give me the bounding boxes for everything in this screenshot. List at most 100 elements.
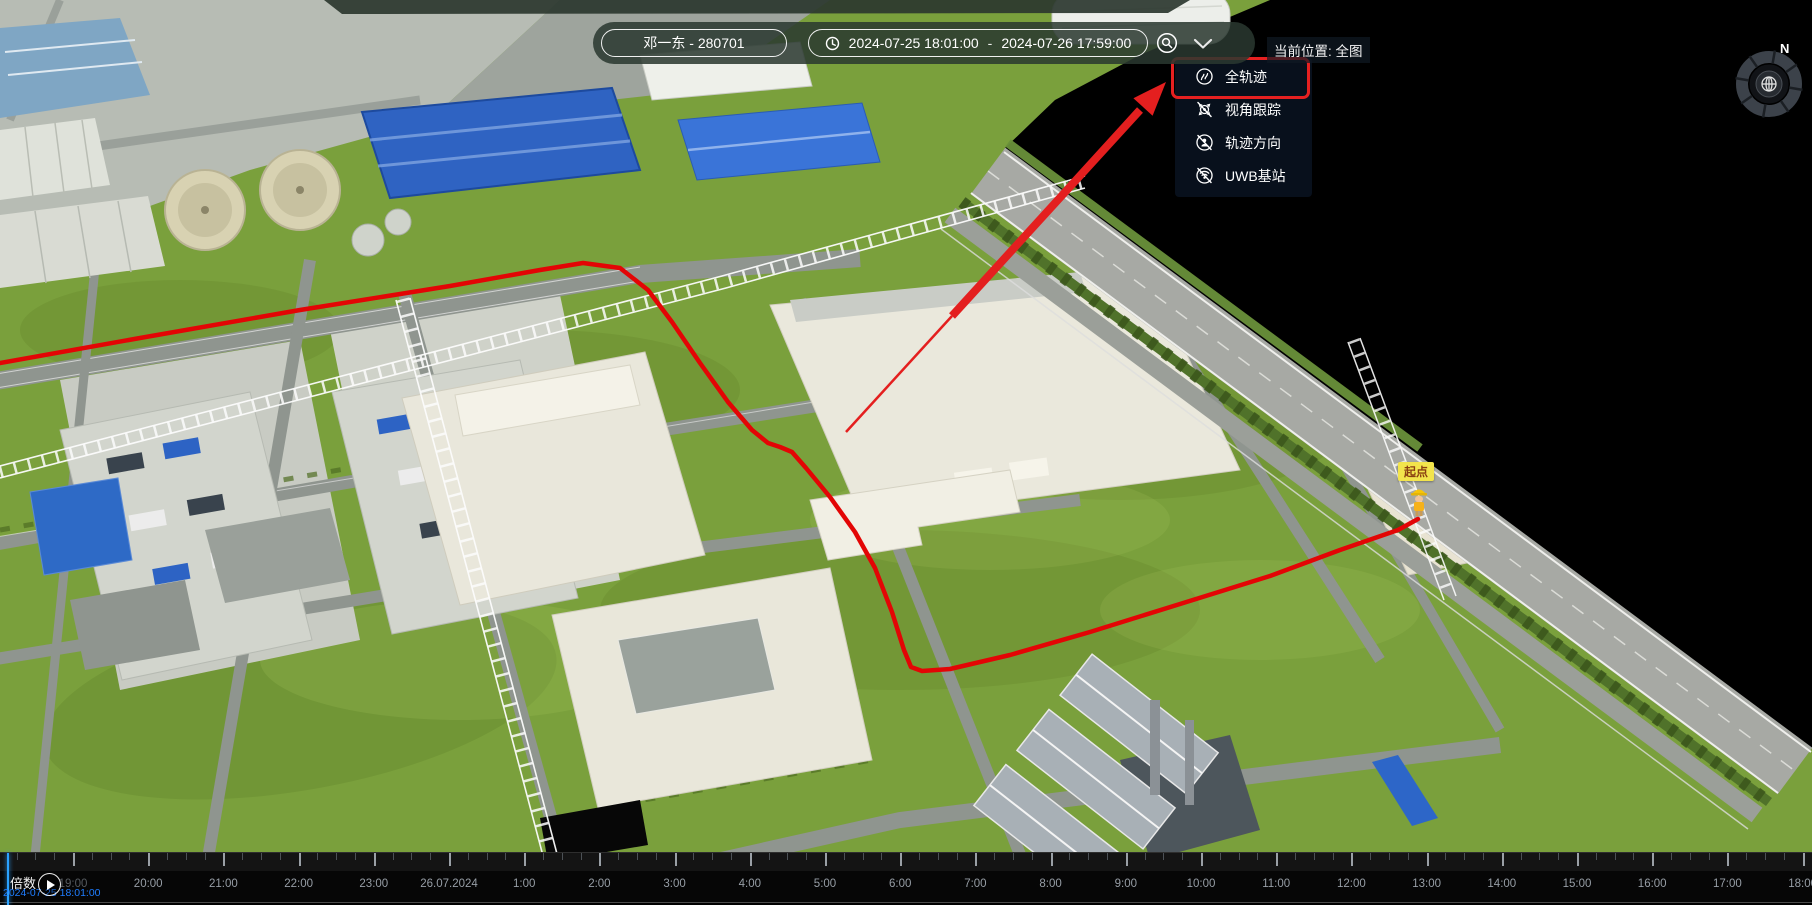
minor-tick (1333, 853, 1334, 860)
hour-tick (1803, 853, 1805, 866)
play-icon (47, 880, 55, 890)
minor-tick (769, 853, 770, 860)
minor-tick (1558, 853, 1559, 860)
minor-tick (505, 853, 506, 860)
timeline-hour-label: 5:00 (814, 878, 836, 890)
minor-tick (355, 853, 356, 860)
uwb-station-icon (1194, 165, 1215, 186)
menu-item-view-tracking[interactable]: 视角跟踪 (1175, 93, 1312, 126)
minor-tick (430, 853, 431, 860)
hour-tick (750, 853, 752, 866)
minor-tick (54, 853, 55, 860)
timeline-hour-label: 10:00 (1187, 878, 1216, 890)
start-point-label: 起点 (1398, 462, 1434, 481)
play-button[interactable] (38, 873, 61, 896)
minor-tick (1314, 853, 1315, 860)
menu-item-full-trajectory[interactable]: 全轨迹 (1175, 60, 1312, 93)
timeline-hour-label: 11:00 (1262, 878, 1290, 890)
minor-tick (806, 853, 807, 860)
hour-tick (1201, 853, 1203, 866)
minor-tick (1596, 853, 1597, 860)
hour-tick (374, 853, 376, 866)
timeline-hour-label: 26.07.2024 (420, 878, 478, 890)
hour-tick (825, 853, 827, 866)
minor-tick (1257, 853, 1258, 860)
minor-tick (468, 853, 469, 860)
minor-tick (1032, 853, 1033, 860)
hour-tick (599, 853, 601, 866)
hour-tick (1351, 853, 1353, 866)
hour-tick (1276, 853, 1278, 866)
locate-search-button[interactable] (1156, 32, 1178, 54)
minor-tick (1389, 853, 1390, 860)
hour-tick (73, 853, 75, 866)
hour-tick (1126, 853, 1128, 866)
minor-tick (1765, 853, 1766, 860)
hour-tick (1652, 853, 1654, 866)
time-range-picker[interactable]: 2024-07-25 18:01:00 - 2024-07-26 17:59:0… (808, 29, 1148, 57)
hour-tick (148, 853, 150, 866)
minor-tick (1784, 853, 1785, 860)
minor-tick (712, 853, 713, 860)
timeline-hour-label: 14:00 (1487, 878, 1516, 890)
minor-tick (1069, 853, 1070, 860)
timeline-hour-label: 17:00 (1713, 878, 1742, 890)
map-3d-view[interactable] (0, 0, 1812, 905)
compass-widget[interactable] (1731, 46, 1807, 122)
minor-tick (1464, 853, 1465, 860)
full-trajectory-icon (1194, 66, 1215, 87)
playback-timeline[interactable]: 19:0020:0021:0022:0023:0026.07.20241:002… (0, 852, 1812, 905)
start-point-marker[interactable]: 起点 (1398, 462, 1434, 521)
timeline-hour-label: 8:00 (1039, 878, 1061, 890)
minor-tick (317, 853, 318, 860)
minor-tick (1107, 853, 1108, 860)
hour-tick (900, 853, 902, 866)
minor-tick (1633, 853, 1634, 860)
timeline-tick-band (0, 853, 1812, 871)
timeline-hour-label: 22:00 (284, 878, 313, 890)
clock-icon (825, 36, 840, 51)
minor-tick (543, 853, 544, 860)
minor-tick (111, 853, 112, 860)
minor-tick (1746, 853, 1747, 860)
minor-tick (919, 853, 920, 860)
app-screen: 起点 邓一东 - 280701 2024-07-25 18:01:00 (0, 0, 1812, 905)
minor-tick (487, 853, 488, 860)
minor-tick (1220, 853, 1221, 860)
minor-tick (1088, 853, 1089, 860)
menu-item-trajectory-direction[interactable]: 轨迹方向 (1175, 126, 1312, 159)
minor-tick (581, 853, 582, 860)
toolbar-dropdown-chevron[interactable] (1193, 37, 1213, 49)
view-tracking-icon (1194, 99, 1215, 120)
hour-tick (675, 853, 677, 866)
timeline-hour-label: 20:00 (134, 878, 163, 890)
hour-tick (299, 853, 301, 866)
minor-tick (17, 853, 18, 860)
hour-tick (223, 853, 225, 866)
minor-tick (1370, 853, 1371, 860)
person-selector-value: 邓一东 - 280701 (643, 33, 744, 53)
minor-tick (1239, 853, 1240, 860)
minor-tick (1709, 853, 1710, 860)
minor-tick (411, 853, 412, 860)
menu-item-uwb-station[interactable]: UWB基站 (1175, 159, 1312, 192)
minor-tick (844, 853, 845, 860)
hour-tick (1577, 853, 1579, 866)
hour-tick (975, 853, 977, 866)
timeline-hour-label: 23:00 (359, 878, 388, 890)
time-range-start: 2024-07-25 18:01:00 (849, 35, 979, 51)
minor-tick (656, 853, 657, 860)
speed-multiplier-label: 倍数 (10, 873, 36, 892)
minor-tick (731, 853, 732, 860)
minor-tick (1539, 853, 1540, 860)
timeline-hour-label: 9:00 (1115, 878, 1137, 890)
minor-tick (1690, 853, 1691, 860)
minor-tick (261, 853, 262, 860)
timeline-hour-label: 2:00 (588, 878, 610, 890)
time-range-end: 2024-07-26 17:59:00 (1001, 35, 1131, 51)
person-selector[interactable]: 邓一东 - 280701 (601, 29, 787, 57)
minor-tick (1145, 853, 1146, 860)
minor-tick (938, 853, 939, 860)
minor-tick (205, 853, 206, 860)
timeline-hour-label: 4:00 (739, 878, 761, 890)
